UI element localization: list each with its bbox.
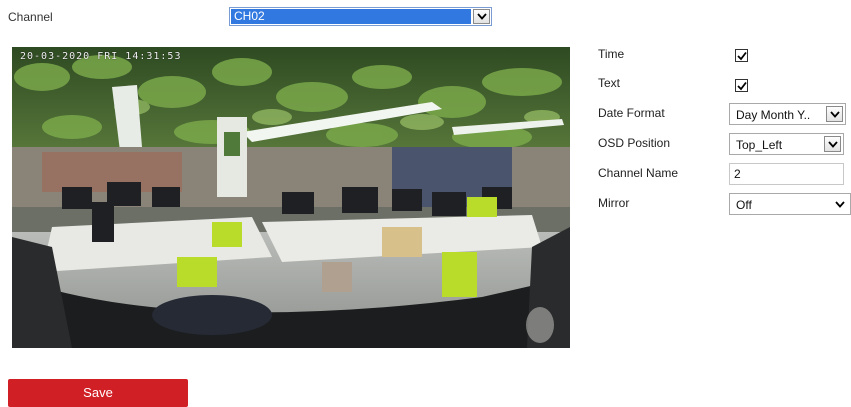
date-format-label: Date Format	[598, 106, 665, 120]
mirror-value: Off	[736, 198, 752, 212]
date-format-value: Day Month Y..	[736, 108, 811, 122]
text-label: Text	[598, 76, 621, 90]
osd-position-label: OSD Position	[598, 136, 671, 150]
chevron-down-icon[interactable]	[473, 9, 490, 24]
mirror-label: Mirror	[598, 196, 630, 210]
chevron-down-icon[interactable]	[824, 136, 841, 152]
channel-selected-value: CH02	[231, 9, 471, 24]
mirror-select[interactable]: Off	[729, 193, 851, 215]
checkmark-icon	[737, 51, 747, 61]
camera-preview: 20-03-2020 FRI 14:31:53	[12, 47, 570, 348]
chevron-down-icon[interactable]	[826, 106, 843, 122]
checkmark-icon	[737, 81, 747, 91]
save-button[interactable]: Save	[8, 379, 188, 407]
camera-scene-image	[12, 47, 570, 348]
text-checkbox[interactable]	[735, 79, 748, 92]
osd-timestamp: 20-03-2020 FRI 14:31:53	[20, 51, 182, 62]
channel-name-input[interactable]	[729, 163, 844, 185]
osd-position-select[interactable]: Top_Left	[729, 133, 844, 155]
date-format-select[interactable]: Day Month Y..	[729, 103, 846, 125]
osd-position-value: Top_Left	[736, 138, 783, 152]
channel-select[interactable]: CH02	[229, 7, 492, 26]
time-label: Time	[598, 47, 625, 61]
channel-label: Channel	[8, 10, 53, 24]
channel-name-label: Channel Name	[598, 166, 679, 180]
time-checkbox[interactable]	[735, 49, 748, 62]
chevron-down-icon[interactable]	[831, 196, 848, 212]
